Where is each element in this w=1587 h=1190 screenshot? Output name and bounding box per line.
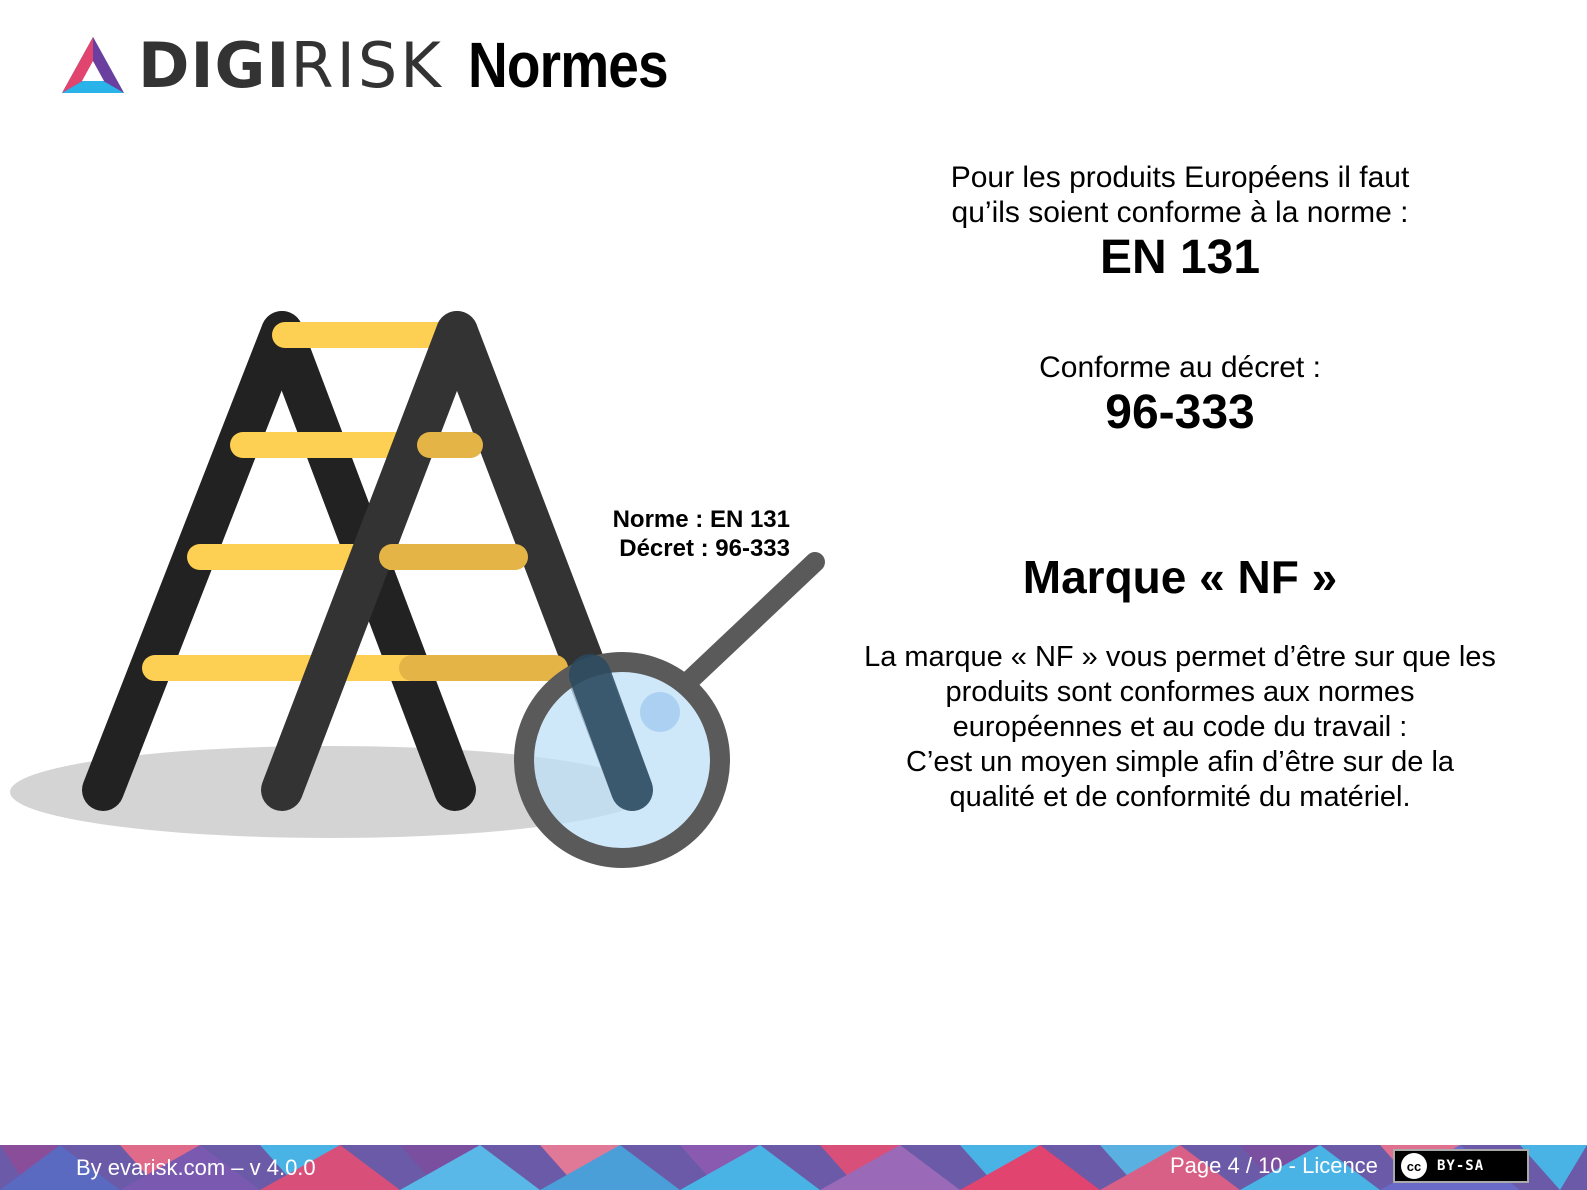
decret-code: 96-333 — [1105, 386, 1255, 439]
slide-title: Normes — [467, 29, 669, 101]
norm-intro-block: Pour les produits Européens il faut qu’i… — [820, 160, 1540, 286]
nf-body-line: qualité et de conformité du matériel. — [949, 781, 1411, 813]
nf-title: Marque « NF » — [1022, 551, 1338, 603]
footer-credit: By evarisk.com – v 4.0.0 — [76, 1155, 316, 1180]
decret-intro: Conforme au décret : — [1039, 351, 1321, 384]
footer-page-number: Page 4 / 10 - Licence — [1170, 1153, 1378, 1178]
ladder-label-decret: Décret : 96-333 — [619, 535, 790, 562]
nf-body: La marque « NF » vous permet d’être sur … — [820, 640, 1540, 815]
magnifier-handle — [680, 552, 825, 690]
norme-code: EN 131 — [1099, 231, 1261, 284]
license-type: BY-SA — [1437, 1158, 1485, 1174]
decret-block: Conforme au décret : 96-333 — [820, 350, 1540, 441]
intro-line-2: qu’ils soient conforme à la norme : — [951, 196, 1409, 229]
logo-text-light: RISK — [290, 28, 444, 102]
lens-highlight — [640, 692, 680, 732]
intro-line-1: Pour les produits Européens il faut — [950, 161, 1410, 194]
nf-body-line: produits sont conformes aux normes — [945, 676, 1415, 708]
ladder-magnifier-illustration — [10, 311, 825, 868]
ladder-label-norme: Norme : EN 131 — [612, 506, 790, 533]
nf-body-line: La marque « NF » vous permet d’être sur … — [864, 641, 1496, 673]
logo-text-strong: DIGI — [138, 28, 291, 102]
creative-commons-icon: cc — [1401, 1153, 1427, 1179]
ladder-norm-label: Norme : EN 131 Décret : 96-333 — [560, 505, 790, 563]
brand-header: DIGI RISK Normes — [60, 28, 700, 102]
digirisk-logo-icon — [62, 37, 124, 93]
nf-body-line: C’est un moyen simple afin d’être sur de… — [905, 746, 1455, 778]
nf-body-line: européennes et au code du travail : — [952, 711, 1408, 743]
cc-license-badge[interactable]: cc BY-SA — [1393, 1149, 1529, 1183]
